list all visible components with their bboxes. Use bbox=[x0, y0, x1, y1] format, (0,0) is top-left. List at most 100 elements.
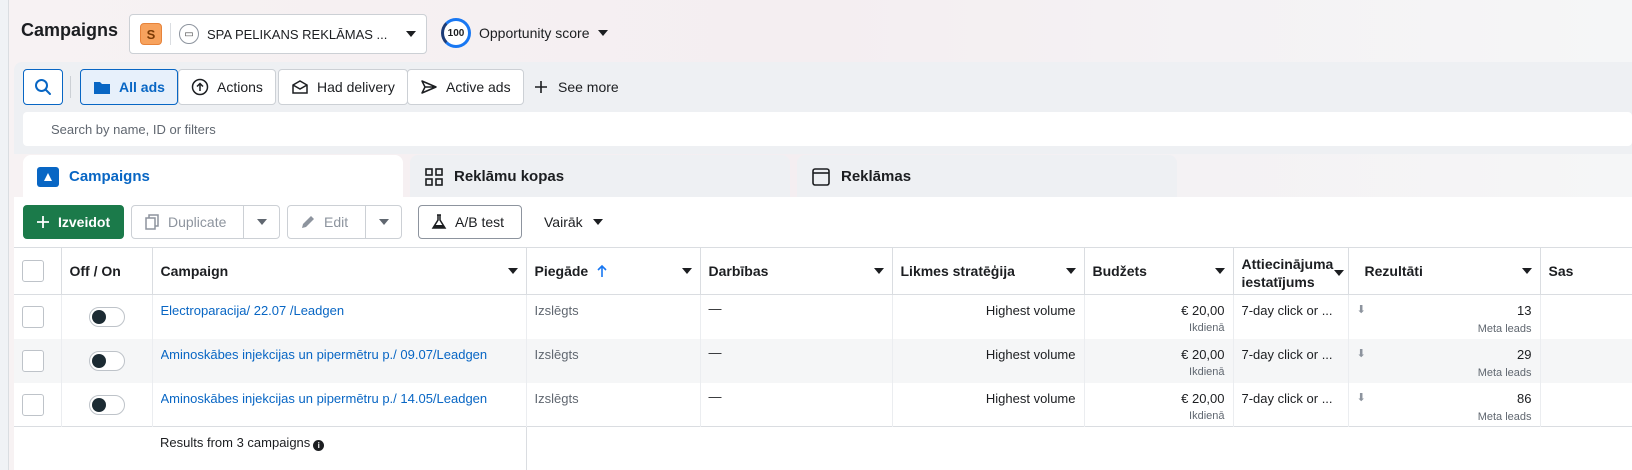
more-dropdown[interactable]: Vairāk bbox=[544, 205, 603, 239]
results-summary: Results from 3 campaigns bbox=[160, 435, 311, 450]
filter-actions-button[interactable]: Actions bbox=[178, 69, 276, 105]
see-more-button[interactable]: See more bbox=[534, 69, 619, 105]
table-row[interactable]: Aminoskābes injekcijas un pipermētru p./… bbox=[14, 382, 1632, 427]
column-header-attribution[interactable]: Attiecinājuma iestatījums bbox=[1233, 247, 1349, 295]
create-button[interactable]: Izveidot bbox=[23, 205, 124, 239]
column-header-actions[interactable]: Darbības bbox=[700, 247, 893, 295]
campaign-name-link[interactable]: Aminoskābes injekcijas un pipermētru p./… bbox=[161, 347, 518, 362]
row-checkbox[interactable] bbox=[22, 393, 44, 416]
results-cell: ⬇ 86 Meta leads bbox=[1348, 382, 1541, 427]
edit-dropdown[interactable] bbox=[365, 206, 401, 238]
toggle-cell bbox=[61, 338, 153, 383]
edit-button[interactable]: Edit bbox=[287, 205, 402, 239]
column-header-results[interactable]: Rezultāti bbox=[1348, 247, 1541, 295]
filter-label: Active ads bbox=[446, 79, 511, 95]
download-icon[interactable]: ⬇ bbox=[1357, 347, 1366, 360]
ab-test-button[interactable]: A/B test bbox=[418, 205, 522, 239]
ad-window-icon bbox=[812, 167, 830, 186]
tab-ad-sets[interactable]: Reklāmu kopas bbox=[410, 155, 790, 198]
toggle-cell bbox=[61, 294, 153, 339]
chevron-down-icon[interactable] bbox=[507, 268, 518, 274]
column-label: Budžets bbox=[1092, 263, 1147, 279]
column-header-budget[interactable]: Budžets bbox=[1084, 247, 1234, 295]
campaign-toggle[interactable] bbox=[88, 394, 125, 415]
results-type: Meta leads bbox=[1477, 323, 1532, 335]
tab-campaigns[interactable]: Campaigns bbox=[23, 155, 403, 198]
bid-strategy-value: Highest volume bbox=[985, 346, 1076, 362]
attribution-cell: 7-day click or ... bbox=[1233, 382, 1349, 427]
campaign-toggle[interactable] bbox=[88, 350, 125, 371]
campaign-name-cell: Electroparacija/ 22.07 /Leadgen bbox=[152, 294, 527, 339]
campaign-name-link[interactable]: Electroparacija/ 22.07 /Leadgen bbox=[161, 303, 518, 318]
upload-circle-icon bbox=[191, 78, 209, 96]
column-label: Off / On bbox=[69, 263, 121, 279]
delivery-cell: Izslēgts bbox=[526, 294, 701, 339]
tab-ads[interactable]: Reklāmas bbox=[797, 155, 1177, 198]
campaign-name-cell: Aminoskābes injekcijas un pipermētru p./… bbox=[152, 382, 527, 427]
account-selector[interactable]: S ▭ SPA PELIKANS REKLĀMAS ... bbox=[129, 14, 427, 54]
delivery-status: Izslēgts bbox=[534, 346, 579, 362]
row-checkbox[interactable] bbox=[22, 306, 44, 328]
campaigns-panel: Izveidot Duplicate Edit A/B test Vairāk bbox=[14, 197, 1632, 470]
chevron-down-icon[interactable] bbox=[681, 268, 692, 274]
table-row[interactable]: Aminoskābes injekcijas un pipermētru p./… bbox=[14, 338, 1632, 383]
duplicate-dropdown[interactable] bbox=[243, 206, 279, 238]
chevron-down-icon[interactable] bbox=[1333, 270, 1344, 276]
column-header-campaign[interactable]: Campaign bbox=[152, 247, 527, 295]
budget-cell: € 20,00 Ikdienā bbox=[1084, 294, 1234, 339]
filter-all-ads-button[interactable]: All ads bbox=[80, 69, 178, 105]
campaign-toggle[interactable] bbox=[88, 307, 125, 327]
column-header-bid-strategy[interactable]: Likmes stratēģija bbox=[892, 247, 1085, 295]
attribution-value: 7-day click or ... bbox=[1241, 346, 1333, 362]
grid-icon bbox=[425, 167, 443, 186]
chevron-down-icon[interactable] bbox=[1521, 268, 1532, 274]
tab-label: Reklāmu kopas bbox=[454, 168, 565, 185]
folder-icon bbox=[94, 82, 110, 94]
column-label: Rezultāti bbox=[1364, 263, 1423, 279]
see-more-label: See more bbox=[558, 79, 619, 95]
duplicate-button[interactable]: Duplicate bbox=[131, 205, 280, 239]
tab-label: Reklāmas bbox=[841, 168, 912, 185]
ad-account-icon: ▭ bbox=[179, 24, 199, 44]
bid-strategy-value: Highest volume bbox=[985, 303, 1076, 318]
actions-cell: — bbox=[700, 294, 893, 339]
opportunity-score-button[interactable]: 100 Opportunity score bbox=[441, 18, 608, 48]
send-icon bbox=[421, 80, 437, 94]
left-nav-edge bbox=[0, 0, 9, 470]
download-icon[interactable]: ⬇ bbox=[1357, 303, 1366, 316]
column-header-toggle[interactable]: Off / On bbox=[61, 247, 153, 295]
row-checkbox[interactable] bbox=[22, 349, 44, 372]
budget-value: € 20,00 bbox=[1181, 346, 1225, 362]
filter-had-delivery-button[interactable]: Had delivery bbox=[278, 69, 408, 105]
download-icon[interactable]: ⬇ bbox=[1357, 391, 1366, 404]
column-label: Piegāde bbox=[534, 263, 589, 279]
column-header-next[interactable]: Sas bbox=[1540, 247, 1632, 295]
results-value: 13 bbox=[1517, 303, 1532, 318]
duplicate-icon bbox=[145, 214, 159, 230]
select-all-checkbox[interactable] bbox=[22, 260, 44, 282]
envelope-icon bbox=[292, 80, 308, 94]
filter-active-ads-button[interactable]: Active ads bbox=[407, 69, 524, 105]
chevron-down-icon[interactable] bbox=[1214, 268, 1225, 274]
search-input[interactable] bbox=[51, 121, 651, 137]
results-cell: ⬇ 29 Meta leads bbox=[1348, 338, 1541, 383]
chevron-down-icon[interactable] bbox=[1065, 268, 1076, 274]
table-row[interactable]: Electroparacija/ 22.07 /Leadgen Izslēgts… bbox=[14, 294, 1632, 339]
chevron-down-icon bbox=[256, 219, 267, 225]
column-label: Darbības bbox=[708, 263, 769, 279]
divider bbox=[170, 23, 171, 45]
bid-cell: Highest volume bbox=[892, 294, 1085, 339]
column-header-delivery[interactable]: Piegāde bbox=[526, 247, 701, 295]
chevron-down-icon bbox=[592, 219, 603, 225]
chevron-down-icon[interactable] bbox=[873, 268, 884, 274]
search-button[interactable] bbox=[23, 69, 63, 105]
bid-cell: Highest volume bbox=[892, 382, 1085, 427]
results-value: 29 bbox=[1517, 346, 1532, 362]
campaign-name-link[interactable]: Aminoskābes injekcijas un pipermētru p./… bbox=[161, 391, 518, 406]
create-label: Izveidot bbox=[58, 214, 111, 230]
account-badge: S bbox=[140, 23, 162, 45]
table-header-row: Off / On Campaign Piegāde Darbības Likme… bbox=[14, 247, 1632, 295]
info-icon[interactable]: i bbox=[313, 440, 325, 451]
footer-spacer bbox=[61, 426, 152, 470]
next-cell bbox=[1540, 338, 1632, 383]
